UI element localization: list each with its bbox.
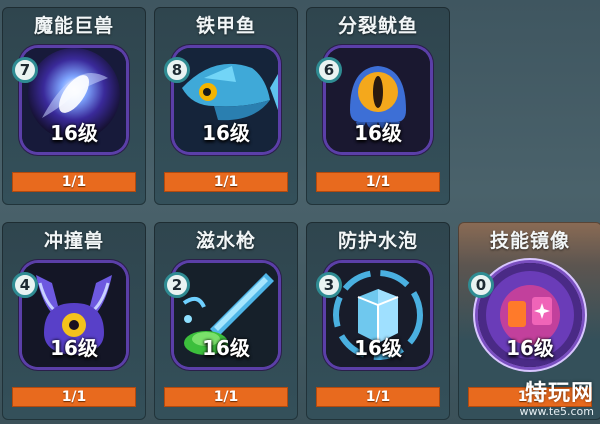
count-badge: 0 xyxy=(468,272,494,298)
level-label: 16级 xyxy=(506,336,554,360)
level-label: 16级 xyxy=(202,336,250,360)
card-title: 防护水泡 xyxy=(337,230,418,252)
card-title: 魔能巨兽 xyxy=(33,15,114,37)
count-badge: 3 xyxy=(316,272,342,298)
level-label: 16级 xyxy=(354,121,402,145)
progress-bar: 1/1 xyxy=(164,172,288,192)
magic-beast-icon: 16级 xyxy=(22,48,126,152)
progress-bar: 1/1 xyxy=(12,172,136,192)
water-gun-icon: 16级 xyxy=(174,263,278,367)
card-magic-beast[interactable]: 魔能巨兽 7 16级 1/1 xyxy=(2,7,146,205)
card-title: 分裂鱿鱼 xyxy=(337,15,418,37)
count-badge: 2 xyxy=(164,272,190,298)
charge-beast-icon: 16级 xyxy=(22,263,126,367)
card-title: 滋水枪 xyxy=(195,230,256,252)
count-badge: 4 xyxy=(12,272,38,298)
count-badge: 6 xyxy=(316,57,342,83)
armor-fish-icon: 16级 xyxy=(174,48,278,152)
card-armor-fish[interactable]: 铁甲鱼 8 16级 1/1 xyxy=(154,7,298,205)
level-label: 16级 xyxy=(50,121,98,145)
progress-bar: 1/1 xyxy=(12,387,136,407)
card-charge-beast[interactable]: 冲撞兽 4 16级 1/1 xyxy=(2,222,146,420)
watermark-brand: 特玩网 xyxy=(524,381,594,406)
card-bubble-shield[interactable]: 防护水泡 3 16级 1/1 xyxy=(306,222,450,420)
level-label: 16级 xyxy=(50,336,98,360)
bubble-shield-icon: 16级 xyxy=(326,263,430,367)
count-badge: 8 xyxy=(164,57,190,83)
progress-bar: 1/1 xyxy=(164,387,288,407)
card-title: 冲撞兽 xyxy=(43,230,104,252)
skill-mirror-icon: 16级 xyxy=(478,263,582,367)
card-water-gun[interactable]: 滋水枪 2 16级 1/1 xyxy=(154,222,298,420)
card-split-squid[interactable]: 分裂鱿鱼 6 16级 1/1 xyxy=(306,7,450,205)
level-label: 16级 xyxy=(202,121,250,145)
watermark: 特玩网 www.te5.com xyxy=(519,375,594,418)
card-title: 技能镜像 xyxy=(489,230,570,252)
watermark-url: www.te5.com xyxy=(519,405,594,418)
split-squid-icon: 16级 xyxy=(326,48,430,152)
level-label: 16级 xyxy=(354,336,402,360)
progress-bar: 1/1 xyxy=(316,387,440,407)
progress-bar: 1/1 xyxy=(316,172,440,192)
card-title: 铁甲鱼 xyxy=(195,15,256,37)
count-badge: 7 xyxy=(12,57,38,83)
